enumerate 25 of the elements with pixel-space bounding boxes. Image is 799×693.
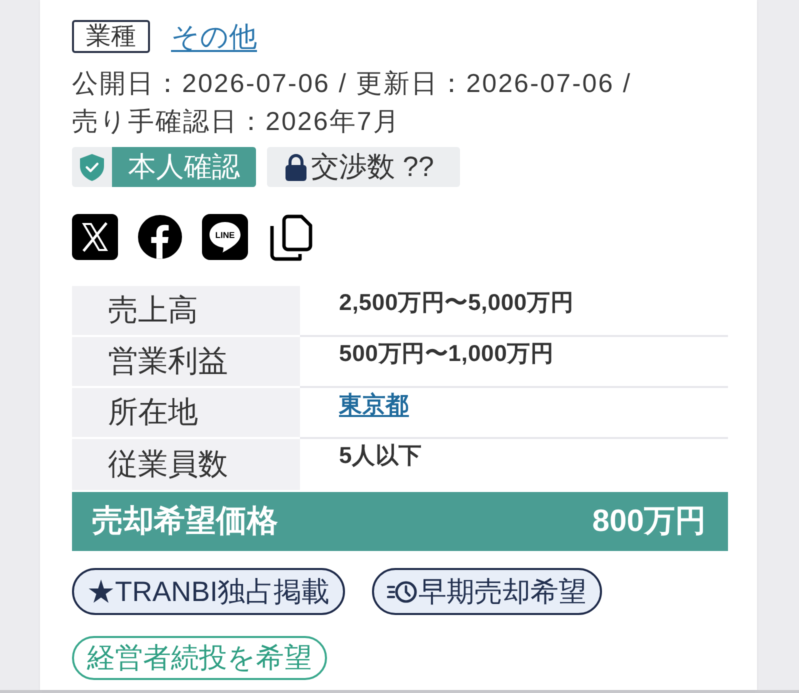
industry-link[interactable]: その他 <box>171 20 257 53</box>
table-label-cell: 売上高 <box>72 286 300 337</box>
negotiation-count: 交渉数 ?? <box>311 150 434 184</box>
line-share-icon[interactable]: LINE <box>202 214 248 260</box>
table-value-cell: 500万円〜1,000万円 <box>300 337 728 388</box>
table-label-cell: 従業員数 <box>72 439 300 490</box>
facebook-share-icon[interactable] <box>138 215 182 259</box>
table-label-cell: 所在地 <box>72 388 300 439</box>
fast-clock-icon <box>386 578 417 604</box>
x-share-icon[interactable] <box>72 214 118 260</box>
verified-label: 本人確認 <box>112 147 256 187</box>
copy-icon[interactable] <box>268 213 314 261</box>
table-value-cell: 2,500万円〜5,000万円 <box>300 286 728 337</box>
preference-tag: 経営者続投を希望 <box>72 636 327 680</box>
feature-tag-label: 早期売却希望 <box>418 575 587 609</box>
table-value-cell-text: 5人以下 <box>338 441 423 470</box>
feature-tag: ★TRANBI独占掲載 <box>72 568 345 615</box>
asking-price-value: 800万円 <box>592 502 706 540</box>
location-link[interactable]: 東京都 <box>339 391 409 417</box>
shield-check-icon <box>80 154 104 180</box>
table-label-cell: 営業利益 <box>72 337 300 388</box>
lock-icon <box>285 154 307 180</box>
industry-label: 業種 <box>72 20 150 53</box>
asking-price-label: 売却希望価格 <box>92 502 278 540</box>
publish-dates: 公開日：2026-07-06 / 更新日：2026-07-06 / 売り手確認日：2026年7月 <box>72 67 633 138</box>
